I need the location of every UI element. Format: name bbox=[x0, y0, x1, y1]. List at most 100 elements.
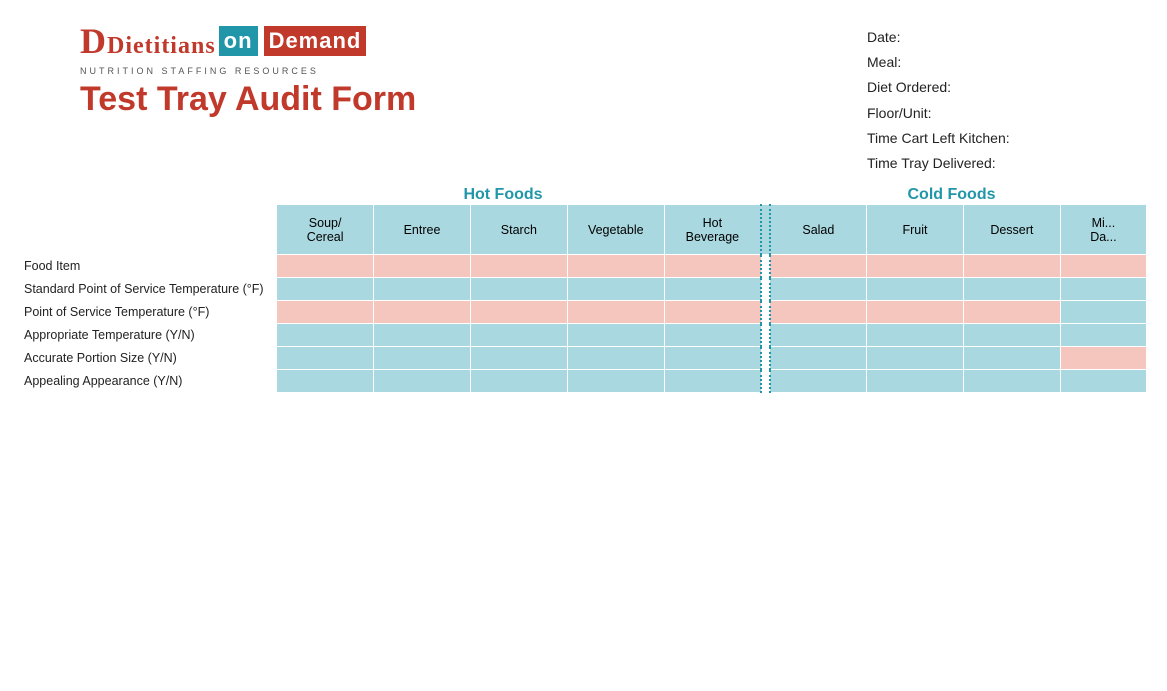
cell-salad-postemp[interactable] bbox=[770, 301, 867, 324]
cell-entree-appearance[interactable] bbox=[374, 370, 471, 393]
table-row: Appropriate Temperature (Y/N) bbox=[21, 324, 1147, 347]
form-title: Test Tray Audit Form bbox=[80, 80, 416, 119]
cell-entree-apptemp[interactable] bbox=[374, 324, 471, 347]
cell-soup-portion[interactable] bbox=[277, 347, 374, 370]
header-fruit: Fruit bbox=[867, 205, 964, 255]
cell-soup-appearance[interactable] bbox=[277, 370, 374, 393]
floor-field: Floor/Unit: bbox=[867, 101, 1147, 126]
cell-entree-postemp[interactable] bbox=[374, 301, 471, 324]
section-labels: Hot Foods Cold Foods bbox=[258, 186, 1147, 204]
cell-hotbev-apptemp[interactable] bbox=[664, 324, 761, 347]
logo-on: on bbox=[219, 26, 258, 56]
page: DDietitians on Demand NUTRITION STAFFING… bbox=[0, 0, 1167, 691]
header-vegetable: Vegetable bbox=[567, 205, 664, 255]
cell-soup-food[interactable] bbox=[277, 255, 374, 278]
cell-dessert-food[interactable] bbox=[963, 255, 1060, 278]
divider-stdtemp bbox=[761, 278, 770, 301]
cell-salad-appearance[interactable] bbox=[770, 370, 867, 393]
cell-hotbev-food[interactable] bbox=[664, 255, 761, 278]
cell-milk-apptemp[interactable] bbox=[1060, 324, 1146, 347]
header-dessert: Dessert bbox=[963, 205, 1060, 255]
diet-field: Diet Ordered: bbox=[867, 75, 1147, 100]
meal-field: Meal: bbox=[867, 50, 1147, 75]
cell-starch-apptemp[interactable] bbox=[470, 324, 567, 347]
cell-milk-portion[interactable] bbox=[1060, 347, 1146, 370]
table-row: Accurate Portion Size (Y/N) bbox=[21, 347, 1147, 370]
table-row: Standard Point of Service Temperature (°… bbox=[21, 278, 1147, 301]
cell-fruit-stdtemp[interactable] bbox=[867, 278, 964, 301]
cell-veg-postemp[interactable] bbox=[567, 301, 664, 324]
header-starch: Starch bbox=[470, 205, 567, 255]
cell-soup-apptemp[interactable] bbox=[277, 324, 374, 347]
logo-dietitians: DDietitians bbox=[80, 20, 216, 62]
hot-foods-label: Hot Foods bbox=[258, 186, 748, 204]
cell-fruit-appearance[interactable] bbox=[867, 370, 964, 393]
cell-veg-apptemp[interactable] bbox=[567, 324, 664, 347]
cell-salad-stdtemp[interactable] bbox=[770, 278, 867, 301]
row-label-pos-temp: Point of Service Temperature (°F) bbox=[21, 301, 277, 324]
cell-veg-food[interactable] bbox=[567, 255, 664, 278]
cell-dessert-appearance[interactable] bbox=[963, 370, 1060, 393]
divider-food bbox=[761, 255, 770, 278]
audit-table: Soup/Cereal Entree Starch Vegetable HotB… bbox=[20, 204, 1147, 393]
cell-milk-postemp[interactable] bbox=[1060, 301, 1146, 324]
cell-dessert-apptemp[interactable] bbox=[963, 324, 1060, 347]
cell-fruit-apptemp[interactable] bbox=[867, 324, 964, 347]
divider-postemp bbox=[761, 301, 770, 324]
cell-starch-postemp[interactable] bbox=[470, 301, 567, 324]
cell-fruit-food[interactable] bbox=[867, 255, 964, 278]
row-label-portion: Accurate Portion Size (Y/N) bbox=[21, 347, 277, 370]
cell-veg-portion[interactable] bbox=[567, 347, 664, 370]
cell-starch-food[interactable] bbox=[470, 255, 567, 278]
cell-entree-portion[interactable] bbox=[374, 347, 471, 370]
header-area: DDietitians on Demand NUTRITION STAFFING… bbox=[20, 20, 1147, 176]
cell-dessert-stdtemp[interactable] bbox=[963, 278, 1060, 301]
cell-fruit-portion[interactable] bbox=[867, 347, 964, 370]
cell-salad-food[interactable] bbox=[770, 255, 867, 278]
logo-title-area: DDietitians on Demand NUTRITION STAFFING… bbox=[20, 20, 847, 119]
table-row: Point of Service Temperature (°F) bbox=[21, 301, 1147, 324]
cell-dessert-portion[interactable] bbox=[963, 347, 1060, 370]
header-entree: Entree bbox=[374, 205, 471, 255]
form-info: Date: Meal: Diet Ordered: Floor/Unit: Ti… bbox=[847, 20, 1147, 176]
header-salad: Salad bbox=[770, 205, 867, 255]
cell-veg-appearance[interactable] bbox=[567, 370, 664, 393]
cell-milk-appearance[interactable] bbox=[1060, 370, 1146, 393]
cell-entree-food[interactable] bbox=[374, 255, 471, 278]
cell-starch-portion[interactable] bbox=[470, 347, 567, 370]
row-label-app-temp: Appropriate Temperature (Y/N) bbox=[21, 324, 277, 347]
logo: DDietitians on Demand bbox=[80, 20, 369, 62]
cell-hotbev-postemp[interactable] bbox=[664, 301, 761, 324]
cell-dessert-postemp[interactable] bbox=[963, 301, 1060, 324]
row-label-appearance: Appealing Appearance (Y/N) bbox=[21, 370, 277, 393]
cell-hotbev-appearance[interactable] bbox=[664, 370, 761, 393]
cell-milk-food[interactable] bbox=[1060, 255, 1146, 278]
cell-fruit-postemp[interactable] bbox=[867, 301, 964, 324]
table-row: Appealing Appearance (Y/N) bbox=[21, 370, 1147, 393]
cell-milk-stdtemp[interactable] bbox=[1060, 278, 1146, 301]
cell-starch-stdtemp[interactable] bbox=[470, 278, 567, 301]
cell-hotbev-portion[interactable] bbox=[664, 347, 761, 370]
cell-salad-portion[interactable] bbox=[770, 347, 867, 370]
logo-demand: Demand bbox=[264, 26, 367, 56]
cell-hotbev-stdtemp[interactable] bbox=[664, 278, 761, 301]
date-field: Date: bbox=[867, 25, 1147, 50]
header-row: Soup/Cereal Entree Starch Vegetable HotB… bbox=[21, 205, 1147, 255]
cart-field: Time Cart Left Kitchen: bbox=[867, 126, 1147, 151]
cell-veg-stdtemp[interactable] bbox=[567, 278, 664, 301]
row-label-standard-temp: Standard Point of Service Temperature (°… bbox=[21, 278, 277, 301]
header-hot-beverage: HotBeverage bbox=[664, 205, 761, 255]
cell-entree-stdtemp[interactable] bbox=[374, 278, 471, 301]
header-label-cell bbox=[21, 205, 277, 255]
logo-subtitle: NUTRITION STAFFING RESOURCES bbox=[80, 66, 319, 76]
row-label-food-item: Food Item bbox=[21, 255, 277, 278]
cell-soup-postemp[interactable] bbox=[277, 301, 374, 324]
tray-field: Time Tray Delivered: bbox=[867, 151, 1147, 176]
cell-soup-stdtemp[interactable] bbox=[277, 278, 374, 301]
table-section: Hot Foods Cold Foods Soup/ bbox=[20, 186, 1147, 393]
cell-starch-appearance[interactable] bbox=[470, 370, 567, 393]
divider-appearance bbox=[761, 370, 770, 393]
header-soup: Soup/Cereal bbox=[277, 205, 374, 255]
cell-salad-apptemp[interactable] bbox=[770, 324, 867, 347]
divider-apptemp bbox=[761, 324, 770, 347]
